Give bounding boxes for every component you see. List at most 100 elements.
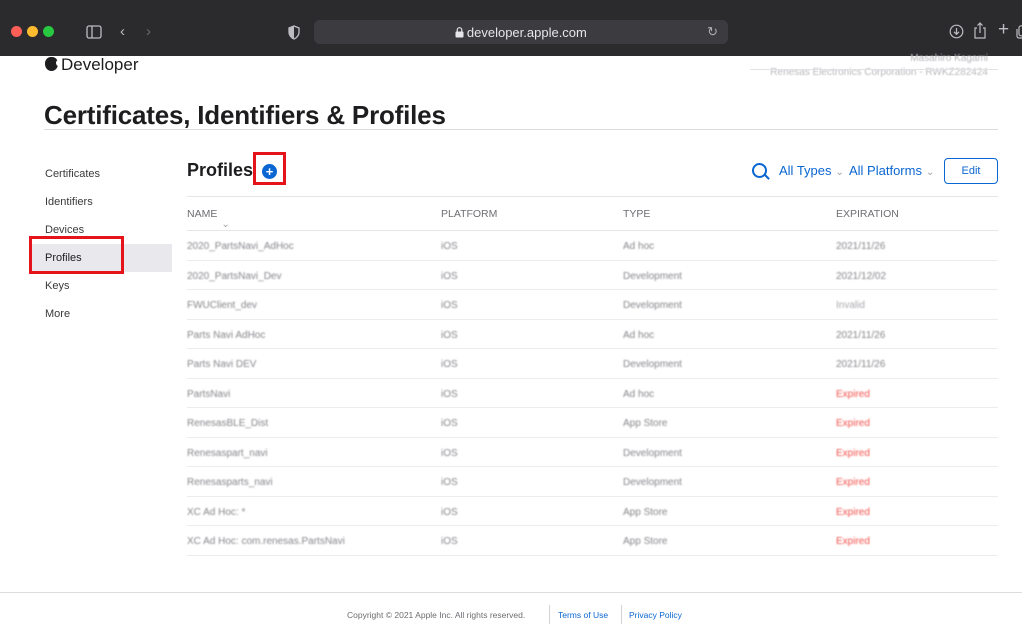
table-row[interactable]: Renesaspart_navi iOS Development Expired — [187, 438, 998, 467]
profile-platform: iOS — [441, 418, 458, 429]
profile-platform: iOS — [441, 270, 458, 282]
profile-type: Ad hoc — [623, 241, 655, 252]
profile-expiration: Expired — [836, 388, 870, 400]
sidebar-toggle-icon[interactable] — [86, 25, 102, 43]
column-header-expiration[interactable]: EXPIRATION — [836, 208, 899, 220]
browser-toolbar: ‹ › developer.apple.com ↻ + — [0, 0, 1022, 56]
profile-expiration: Expired — [836, 418, 870, 429]
column-header-type[interactable]: TYPE — [623, 208, 650, 220]
tab-overview-icon[interactable] — [1016, 25, 1022, 43]
column-header-platform[interactable]: PLATFORM — [441, 208, 497, 220]
profile-expiration: 2021/11/26 — [836, 359, 886, 370]
profile-platform: iOS — [441, 241, 458, 252]
profile-type: Development — [623, 300, 682, 311]
share-icon[interactable] — [973, 22, 987, 43]
platform-filter-dropdown[interactable]: All Platforms ⌄ — [849, 163, 934, 178]
profile-type: App Store — [623, 536, 668, 547]
profile-name: RenesasBLE_Dist — [187, 418, 269, 429]
profile-platform: iOS — [441, 506, 458, 518]
profile-type: App Store — [623, 506, 668, 518]
profile-type: Development — [623, 359, 682, 370]
profile-platform: iOS — [441, 300, 458, 311]
sidebar-item-certificates[interactable]: Certificates — [29, 160, 172, 188]
downloads-icon[interactable] — [949, 24, 964, 43]
profile-name: PartsNavi — [187, 388, 231, 400]
developer-logo[interactable]: Developer — [45, 55, 139, 75]
column-header-name[interactable]: NAME ⌄ — [187, 208, 230, 230]
profile-name: Renesaspart_navi — [187, 447, 268, 459]
profile-name: Parts Navi DEV — [187, 359, 257, 370]
profile-expiration: 2021/12/02 — [836, 270, 887, 282]
profile-type: App Store — [623, 418, 668, 429]
chevron-down-icon: ⌄ — [221, 219, 230, 230]
table-header: NAME ⌄ PLATFORM TYPE EXPIRATION — [187, 196, 998, 231]
profile-name: 2020_PartsNavi_Dev — [187, 270, 282, 282]
profile-platform: iOS — [441, 359, 458, 370]
table-row[interactable]: RenesasBLE_Dist iOS App Store Expired — [187, 408, 998, 438]
sidebar-item-keys[interactable]: Keys — [29, 272, 172, 300]
forward-icon[interactable]: › — [146, 24, 151, 40]
profile-name: XC Ad Hoc: com.renesas.PartsNavi — [187, 536, 345, 547]
search-icon[interactable] — [752, 163, 767, 178]
profile-expiration: 2021/11/26 — [836, 329, 886, 341]
table-row[interactable]: 2020_PartsNavi_Dev iOS Development 2021/12/… — [187, 261, 998, 290]
profile-expiration: Expired — [836, 506, 870, 518]
table-row[interactable]: PartsNavi iOS Ad hoc Expired — [187, 379, 998, 408]
profile-name: 2020_PartsNavi_AdHoc — [187, 241, 294, 252]
profile-platform: iOS — [441, 477, 458, 488]
profile-type: Development — [623, 270, 682, 282]
new-tab-icon[interactable]: + — [998, 20, 1009, 39]
apple-logo-icon — [45, 57, 61, 71]
chevron-down-icon: ⌄ — [925, 167, 935, 178]
copyright-text: Copyright © 2021 Apple Inc. All rights r… — [347, 610, 526, 620]
title-divider — [44, 129, 998, 130]
profile-platform: iOS — [441, 388, 458, 400]
edit-button[interactable]: Edit — [944, 158, 998, 184]
type-filter-dropdown[interactable]: All Types ⌄ — [779, 163, 844, 178]
privacy-link[interactable]: Privacy Policy — [629, 610, 682, 620]
table-row[interactable]: Parts Navi AdHoc iOS Ad hoc 2021/11/26 — [187, 320, 998, 349]
sidebar-item-identifiers[interactable]: Identifiers — [29, 188, 172, 216]
chevron-down-icon: ⌄ — [835, 167, 844, 178]
profile-name: XC Ad Hoc: * — [187, 506, 246, 518]
url-text: developer.apple.com — [466, 25, 587, 40]
profile-name: FWUClient_dev — [187, 300, 258, 311]
column-name-label: NAME — [187, 208, 218, 220]
platform-filter-label: All Platforms — [849, 163, 922, 178]
profiles-table: NAME ⌄ PLATFORM TYPE EXPIRATION 2020_Part… — [187, 196, 998, 556]
back-icon[interactable]: ‹ — [120, 24, 125, 40]
table-row[interactable]: Renesasparts_navi iOS Development Expired — [187, 467, 998, 497]
highlight-box-profiles — [29, 236, 124, 274]
profile-expiration: 2021/11/26 — [836, 241, 886, 252]
highlight-box-add — [253, 152, 286, 185]
account-info[interactable]: Masahiro Kagami Renesas Electronics Corp… — [770, 52, 988, 80]
table-row[interactable]: Parts Navi DEV iOS Development 2021/11/26 — [187, 349, 998, 379]
footer-divider — [549, 605, 550, 624]
profile-name: Renesasparts_navi — [187, 477, 273, 488]
profile-platform: iOS — [441, 329, 458, 341]
lock-icon — [455, 27, 467, 40]
table-row[interactable]: FWUClient_dev iOS Development Invalid — [187, 290, 998, 320]
close-window-button[interactable] — [11, 26, 22, 37]
profile-type: Ad hoc — [623, 388, 655, 400]
table-row[interactable]: XC Ad Hoc: com.renesas.PartsNavi iOS App S… — [187, 526, 998, 556]
table-row[interactable]: 2020_PartsNavi_AdHoc iOS Ad hoc 2021/11/26 — [187, 231, 998, 261]
profile-platform: iOS — [441, 536, 458, 547]
brand-label: Developer — [61, 55, 139, 74]
profile-type: Development — [623, 477, 682, 488]
header-divider — [750, 69, 998, 70]
reload-icon[interactable]: ↻ — [707, 24, 718, 40]
zoom-window-button[interactable] — [43, 26, 54, 37]
terms-link[interactable]: Terms of Use — [558, 610, 608, 620]
minimize-window-button[interactable] — [27, 26, 38, 37]
page-title: Certificates, Identifiers & Profiles — [44, 100, 446, 130]
table-row[interactable]: XC Ad Hoc: * iOS App Store Expired — [187, 497, 998, 526]
page-footer: Copyright © 2021 Apple Inc. All rights r… — [0, 592, 1022, 638]
privacy-shield-icon[interactable] — [288, 25, 300, 44]
profile-platform: iOS — [441, 447, 458, 459]
address-bar[interactable]: developer.apple.com ↻ — [314, 20, 728, 44]
sidebar-item-more[interactable]: More — [29, 300, 172, 328]
profile-name: Parts Navi AdHoc — [187, 329, 266, 341]
profile-expiration: Invalid — [836, 300, 865, 311]
section-title: Profiles — [187, 160, 254, 180]
